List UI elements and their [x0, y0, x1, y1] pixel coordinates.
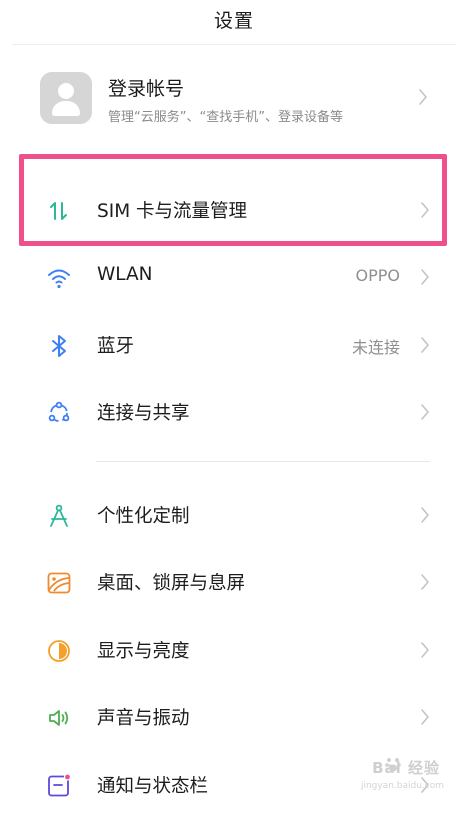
- section-divider: [96, 461, 430, 462]
- settings-item-label: 个性化定制: [97, 506, 190, 527]
- settings-item-label: 连接与共享: [97, 403, 190, 424]
- settings-item-label: 显示与亮度: [97, 641, 190, 662]
- settings-item-value: OPPO: [355, 266, 400, 285]
- wifi-icon: [48, 269, 70, 289]
- person-icon: [40, 72, 92, 124]
- chevron-right-icon: [421, 337, 429, 353]
- settings-item-display[interactable]: 显示与亮度: [0, 625, 468, 675]
- chevron-right-icon: [421, 269, 429, 285]
- settings-item-label: WLAN: [97, 264, 153, 285]
- settings-item-connection-share[interactable]: 连接与共享: [0, 387, 468, 437]
- account-title: 登录帐号: [108, 78, 185, 100]
- settings-item-personalize[interactable]: 个性化定制: [0, 490, 468, 540]
- highlight-box: [19, 154, 447, 246]
- account-login-row[interactable]: 登录帐号 管理“云服务”、“查找手机”、登录设备等: [40, 70, 450, 130]
- account-subtitle: 管理“云服务”、“查找手机”、登录设备等: [108, 110, 343, 125]
- settings-item-value: 未连接: [351, 338, 400, 357]
- settings-item-wlan[interactable]: WLAN OPPO: [0, 252, 468, 302]
- chevron-right-icon: [419, 89, 427, 105]
- chevron-right-icon: [421, 404, 429, 420]
- settings-item-wallpaper[interactable]: 桌面、锁屏与息屏: [0, 557, 468, 607]
- watermark-text: Bai 经验: [372, 759, 440, 777]
- connection-share-icon: [48, 401, 70, 422]
- compass-icon: [50, 504, 68, 527]
- wallpaper-icon: [47, 572, 71, 594]
- header-divider: [12, 44, 456, 45]
- chevron-right-icon: [421, 574, 429, 590]
- settings-item-label: 桌面、锁屏与息屏: [97, 573, 246, 594]
- chevron-right-icon: [421, 507, 429, 523]
- settings-item-sound[interactable]: 声音与振动: [0, 692, 468, 742]
- settings-item-bluetooth[interactable]: 蓝牙 未连接: [0, 320, 468, 370]
- chevron-right-icon: [421, 709, 429, 725]
- speaker-icon: [49, 710, 69, 726]
- settings-item-label: 通知与状态栏: [97, 776, 209, 797]
- chevron-right-icon: [421, 642, 429, 658]
- settings-item-label: 声音与振动: [97, 708, 190, 729]
- watermark-url: jingyan.baidu.com: [360, 781, 444, 791]
- notification-icon: [48, 773, 72, 797]
- settings-item-label: 蓝牙: [97, 336, 135, 357]
- watermark: Bai 经验 jingyan.baidu.com: [332, 755, 450, 799]
- bluetooth-icon: [52, 335, 66, 357]
- brightness-icon: [48, 640, 70, 662]
- page-title: 设置: [213, 10, 254, 32]
